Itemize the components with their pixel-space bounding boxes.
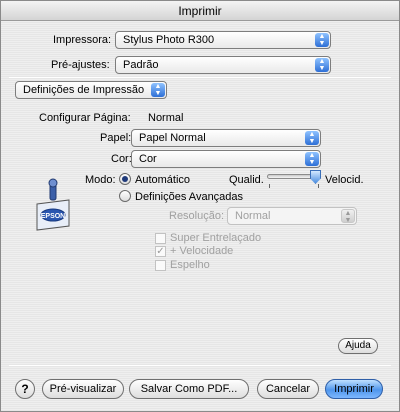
epson-logo-text: EPSON [41, 213, 66, 220]
popup-arrows-icon: ▲ ▼ [315, 33, 329, 47]
mode-label: Modo: [85, 174, 116, 186]
separator [9, 365, 391, 366]
save-pdf-button[interactable]: Salvar Como PDF... [129, 379, 249, 399]
checkbox-plus-speed[interactable]: ✓ [155, 246, 166, 257]
super-interlaced-label: Super Entrelaçado [170, 232, 262, 244]
popup-arrows-icon: ▲ ▼ [341, 209, 355, 224]
speed-label: Velocid. [325, 174, 364, 186]
popup-arrows-icon: ▲ ▼ [315, 58, 329, 72]
printer-label: Impressora: [53, 34, 112, 46]
separator [9, 77, 391, 78]
panel-value: Definições de Impressão [23, 84, 145, 96]
presets-value: Padrão [123, 59, 159, 71]
radio-automatic[interactable] [119, 173, 131, 185]
quality-speed-thumb[interactable] [310, 170, 321, 184]
slider-tick [269, 184, 270, 188]
page-setup-value: Normal [148, 112, 184, 124]
popup-arrows-icon: ▲ ▼ [151, 83, 165, 97]
print-dialog: Imprimir Impressora: Stylus Photo R300 ▲… [0, 0, 400, 412]
popup-arrows-icon: ▲ ▼ [305, 152, 319, 166]
checkbox-mirror[interactable] [155, 260, 166, 271]
window-title: Imprimir [1, 1, 399, 21]
color-value: Cor [139, 153, 157, 165]
paper-label: Papel: [100, 132, 132, 144]
presets-popup[interactable]: Padrão ▲ ▼ [115, 56, 331, 74]
help-small-button[interactable]: Ajuda [338, 338, 378, 354]
checkbox-super-interlaced[interactable] [155, 233, 166, 244]
mirror-label: Espelho [170, 259, 210, 271]
paper-value: Papel Normal [139, 132, 206, 144]
plus-speed-label: + Velocidade [170, 245, 234, 257]
resolution-popup[interactable]: Normal ▲ ▼ [227, 207, 357, 225]
preview-button[interactable]: Pré-visualizar [42, 379, 124, 399]
printer-popup[interactable]: Stylus Photo R300 ▲ ▼ [115, 31, 331, 49]
radio-advanced[interactable] [119, 190, 131, 202]
radio-advanced-label: Definições Avançadas [135, 191, 244, 203]
paper-popup[interactable]: Papel Normal ▲ ▼ [131, 129, 321, 147]
presets-label: Pré-ajustes: [51, 59, 110, 71]
color-popup[interactable]: Cor ▲ ▼ [131, 150, 321, 168]
quality-label: Qualid. [229, 174, 264, 186]
page-setup-label: Configurar Página: [39, 112, 131, 124]
radio-automatic-label: Automático [135, 174, 191, 186]
popup-arrows-icon: ▲ ▼ [305, 131, 319, 145]
printer-value: Stylus Photo R300 [123, 34, 215, 46]
resolution-value: Normal [235, 210, 271, 222]
panel-popup[interactable]: Definições de Impressão ▲ ▼ [15, 81, 167, 99]
epson-printer-icon: EPSON [33, 178, 73, 234]
slider-tick [318, 184, 319, 188]
help-icon[interactable]: ? [15, 379, 35, 399]
print-button[interactable]: Imprimir [325, 379, 383, 399]
resolution-label: Resolução: [169, 210, 225, 222]
cancel-button[interactable]: Cancelar [257, 379, 319, 399]
color-label: Cor: [111, 153, 132, 165]
